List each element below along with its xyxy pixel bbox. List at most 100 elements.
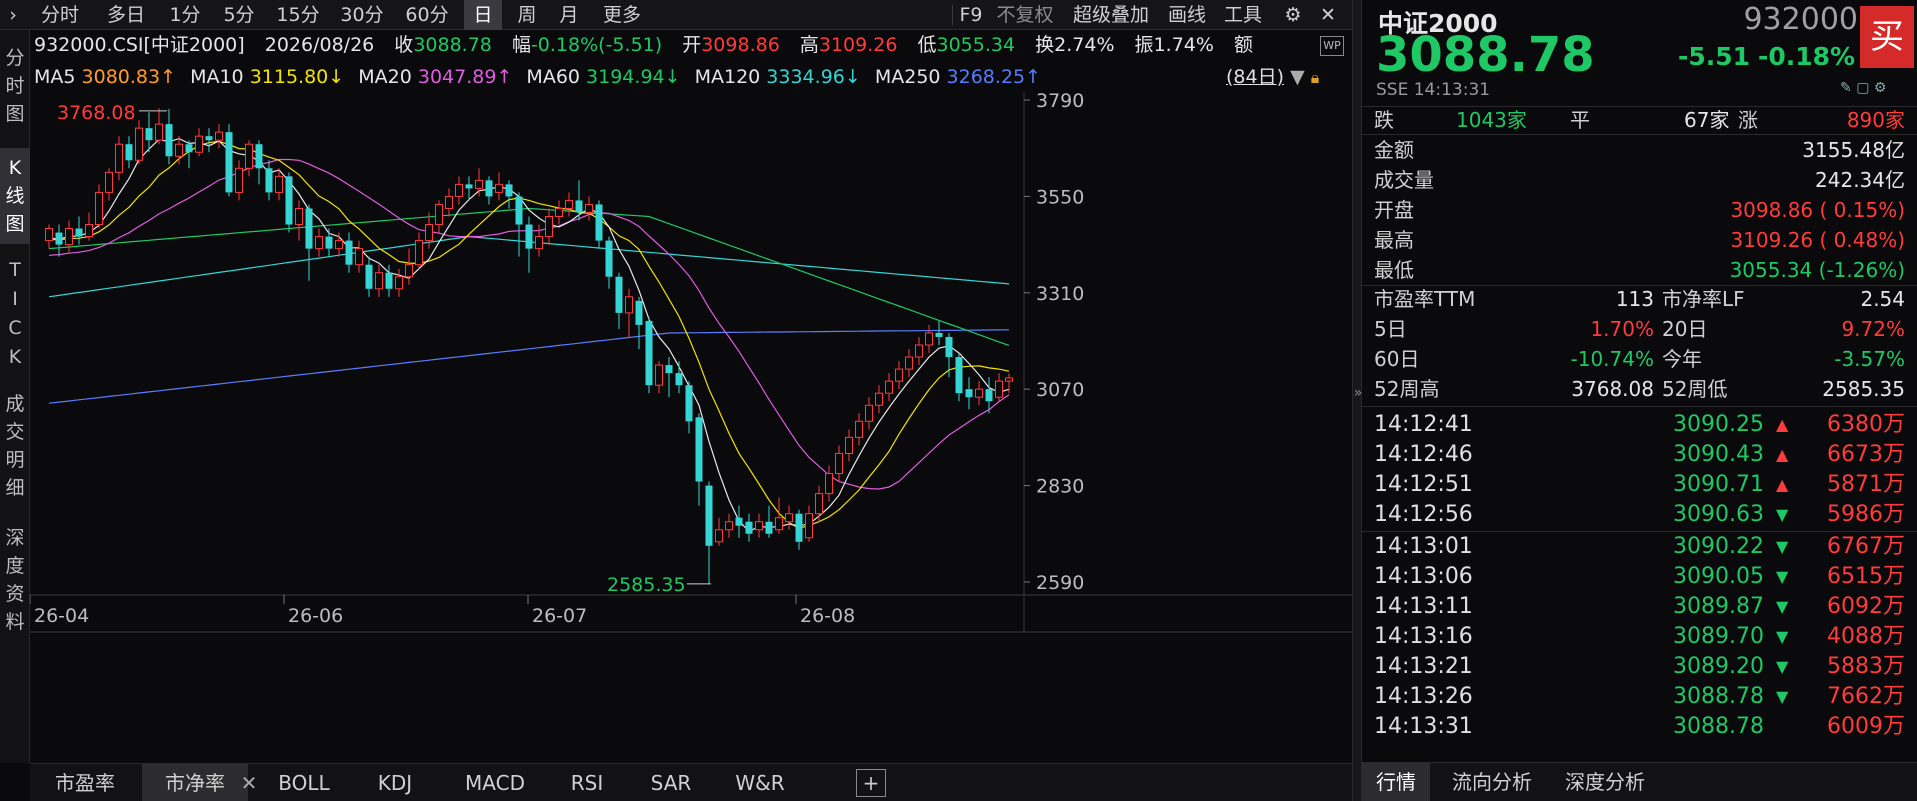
tab-pb[interactable]: 市净率 bbox=[142, 764, 248, 801]
candle bbox=[125, 136, 133, 169]
tab-weekly[interactable]: 周 bbox=[508, 0, 546, 30]
candle-body bbox=[215, 131, 223, 141]
candle-body bbox=[945, 336, 953, 358]
tab-tick[interactable]: TICK bbox=[0, 256, 30, 372]
candle bbox=[545, 208, 553, 245]
tab-trade-detail[interactable]: 成交明细 bbox=[0, 390, 30, 502]
ma5-label: MA5 bbox=[34, 66, 76, 88]
candle-body bbox=[935, 332, 943, 337]
stat-label: 成交量 bbox=[1374, 168, 1434, 192]
candle bbox=[305, 204, 313, 281]
lock-icon[interactable]: 🔒︎ bbox=[1311, 68, 1320, 87]
candle-body bbox=[975, 388, 983, 398]
period-dropdown-icon[interactable]: ▼ bbox=[1290, 66, 1305, 88]
tick-row: 14:12:46 3090.43 ▲ 6673万 bbox=[1374, 440, 1905, 470]
tab-quote[interactable]: 行情 bbox=[1362, 763, 1430, 801]
ma60-label: MA60 bbox=[526, 66, 580, 88]
candle bbox=[875, 385, 883, 414]
candle-body bbox=[805, 513, 813, 539]
period-count[interactable]: (84日) ▼ 🔒︎ bbox=[1226, 62, 1319, 92]
tick-row: 14:12:56 3090.63 ▼ 5986万 bbox=[1374, 500, 1905, 530]
tab-tick-label: TICK bbox=[8, 259, 22, 368]
settings-icon[interactable]: ⚙ bbox=[1874, 80, 1887, 96]
open-value: 3098.86 bbox=[701, 34, 780, 56]
collapse-left-icon[interactable]: › bbox=[0, 0, 26, 30]
candle bbox=[885, 373, 893, 402]
tab-rsi[interactable]: RSI bbox=[552, 764, 622, 801]
close-icon[interactable]: ✕ bbox=[1310, 0, 1346, 30]
candle-body bbox=[885, 380, 893, 394]
edit-icon[interactable]: ✎ bbox=[1840, 80, 1852, 96]
tab-flow-analysis[interactable]: 流向分析 bbox=[1442, 763, 1542, 801]
candle-body bbox=[105, 171, 113, 193]
tab-5min[interactable]: 5分 bbox=[214, 0, 264, 30]
buy-button[interactable]: 买 bbox=[1860, 6, 1914, 68]
change-label: 幅 bbox=[511, 34, 531, 56]
tools-button[interactable]: 工具 bbox=[1218, 0, 1268, 30]
panel-divider[interactable]: » bbox=[1352, 0, 1362, 801]
overlay-button[interactable]: 超级叠加 bbox=[1066, 0, 1156, 30]
candle bbox=[195, 128, 203, 157]
tab-depth-analysis[interactable]: 深度分析 bbox=[1550, 763, 1660, 801]
window-layout-icon[interactable]: WP bbox=[1320, 36, 1344, 56]
candle-body bbox=[765, 521, 773, 534]
period-toolbar: › 分时 多日 1分 5分 15分 30分 60分 日 周 月 更多 F9 不复… bbox=[0, 0, 1352, 30]
quote-panel: 中证2000 932000 3088.78 -5.51 -0.18% 买 SSE… bbox=[1362, 0, 1917, 801]
tab-sar[interactable]: SAR bbox=[636, 764, 706, 801]
ma-lines bbox=[48, 137, 1010, 533]
candle-body bbox=[85, 224, 93, 238]
tab-daily[interactable]: 日 bbox=[464, 0, 502, 30]
candle-body bbox=[995, 380, 1003, 398]
tab-kline-chart[interactable]: K线图 bbox=[0, 148, 30, 244]
close-tab-icon[interactable]: ✕ bbox=[236, 764, 262, 801]
y-tick-label: 2830 bbox=[1036, 476, 1084, 498]
candle bbox=[95, 184, 103, 229]
up-label: 涨 bbox=[1738, 108, 1758, 132]
candle-body bbox=[315, 236, 323, 250]
tab-kdj[interactable]: KDJ bbox=[360, 764, 430, 801]
candle bbox=[995, 373, 1003, 402]
tab-30min[interactable]: 30分 bbox=[332, 0, 392, 30]
candle-body bbox=[365, 264, 373, 289]
tab-boll[interactable]: BOLL bbox=[264, 764, 344, 801]
metric-label: 52周高 bbox=[1374, 377, 1440, 401]
arrow-down-icon: ▼ bbox=[1776, 597, 1789, 616]
candle bbox=[705, 481, 713, 584]
tab-depth-info[interactable]: 深度资料 bbox=[0, 524, 30, 636]
tab-wr[interactable]: W&R bbox=[720, 764, 800, 801]
candle bbox=[285, 172, 293, 233]
low-marker-label: 2585.35 bbox=[607, 574, 686, 596]
candle bbox=[135, 120, 143, 165]
tab-macd[interactable]: MACD bbox=[450, 764, 540, 801]
f9-button[interactable]: F9 bbox=[956, 0, 986, 30]
ma60-value: 3194.94↓ bbox=[586, 66, 681, 88]
no-adjust-button[interactable]: 不复权 bbox=[990, 0, 1060, 30]
high-label: 高 bbox=[799, 34, 819, 56]
candle bbox=[115, 136, 123, 181]
candle-body bbox=[245, 143, 253, 169]
kline-chart[interactable]: 3768.082585.35 379035503310307028302590 … bbox=[30, 92, 1352, 732]
add-indicator-icon[interactable]: + bbox=[856, 769, 886, 797]
ma120-label: MA120 bbox=[694, 66, 761, 88]
tab-multi-day[interactable]: 多日 bbox=[96, 0, 156, 30]
candle bbox=[75, 216, 83, 245]
metric-label: 20日 bbox=[1662, 317, 1708, 341]
draw-line-button[interactable]: 画线 bbox=[1162, 0, 1212, 30]
tab-1min[interactable]: 1分 bbox=[160, 0, 210, 30]
candle bbox=[415, 232, 423, 269]
tick-volume: 5986万 bbox=[1827, 502, 1905, 527]
gear-icon[interactable]: ⚙ bbox=[1276, 0, 1310, 30]
tab-monthly[interactable]: 月 bbox=[550, 0, 588, 30]
tab-intraday[interactable]: 分时 bbox=[30, 0, 90, 30]
tab-intraday-chart[interactable]: 分时图 bbox=[0, 44, 30, 128]
tab-pe[interactable]: 市盈率 bbox=[30, 764, 140, 801]
pe-label: 市盈率TTM bbox=[1374, 287, 1476, 311]
tab-more[interactable]: 更多 bbox=[594, 0, 650, 30]
window-icon[interactable]: ▢ bbox=[1856, 80, 1869, 96]
tab-60min[interactable]: 60分 bbox=[396, 0, 458, 30]
tick-row: 14:13:21 3089.20 ▼ 5883万 bbox=[1374, 652, 1905, 682]
candle-body bbox=[355, 248, 363, 266]
arrow-down-icon: ▼ bbox=[1776, 687, 1789, 706]
tick-row: 14:13:26 3088.78 ▼ 7662万 bbox=[1374, 682, 1905, 712]
tab-15min[interactable]: 15分 bbox=[268, 0, 328, 30]
